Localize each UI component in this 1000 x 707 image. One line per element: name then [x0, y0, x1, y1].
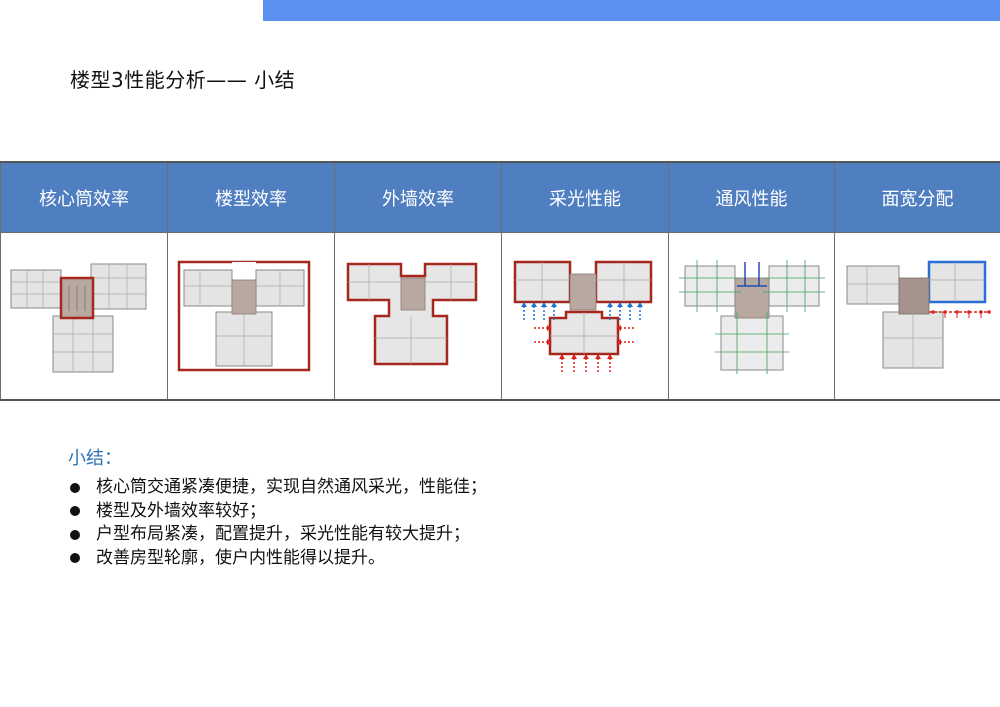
header-ventilation: 通风性能: [668, 161, 835, 233]
summary-section: 小结： 核心筒交通紧凑便捷，实现自然通风采光，性能佳； 楼型及外墙效率较好； 户…: [68, 444, 948, 570]
summary-list: 核心筒交通紧凑便捷，实现自然通风采光，性能佳； 楼型及外墙效率较好； 户型布局紧…: [68, 476, 948, 570]
cell-ventilation: [668, 232, 835, 401]
daylighting-plan-diagram: [513, 260, 653, 372]
list-item: 改善房型轮廓，使户内性能得以提升。: [68, 547, 948, 571]
list-item: 核心筒交通紧凑便捷，实现自然通风采光，性能佳；: [68, 476, 948, 500]
cell-wall-efficiency: [334, 232, 502, 401]
list-item: 楼型及外墙效率较好；: [68, 500, 948, 524]
bullet-icon: [70, 529, 80, 540]
frontage-plan-diagram: [846, 260, 991, 369]
ventilation-plan-diagram: [678, 260, 825, 374]
page-title: 楼型3性能分析—— 小结: [70, 68, 296, 92]
table-diagram-row: [0, 232, 1000, 401]
header-core-efficiency: 核心筒效率: [0, 161, 168, 233]
cell-frontage: [834, 232, 1000, 401]
list-item-text: 核心筒交通紧凑便捷，实现自然通风采光，性能佳；: [96, 477, 487, 497]
table-header-row: 核心筒效率 楼型效率 外墙效率 采光性能 通风性能 面宽分配: [0, 161, 1000, 233]
header-frontage: 面宽分配: [834, 161, 1000, 233]
summary-title: 小结：: [68, 448, 122, 469]
header-daylighting: 采光性能: [501, 161, 669, 233]
list-item-text: 户型布局紧凑，配置提升，采光性能有较大提升；: [96, 524, 470, 544]
list-item-text: 改善房型轮廓，使户内性能得以提升。: [96, 547, 385, 568]
cell-building-efficiency: [167, 232, 335, 401]
header-wall-efficiency: 外墙效率: [334, 161, 502, 233]
header-building-efficiency: 楼型效率: [167, 161, 335, 233]
core-efficiency-plan-diagram: [10, 263, 147, 373]
wall-efficiency-plan-diagram: [346, 262, 478, 366]
list-item: 户型布局紧凑，配置提升，采光性能有较大提升；: [68, 523, 948, 547]
bullet-icon: [70, 553, 80, 564]
bullet-icon: [70, 482, 80, 493]
building-efficiency-plan-diagram: [177, 260, 311, 372]
top-accent-bar: [263, 0, 1000, 21]
performance-table: 核心筒效率 楼型效率 外墙效率 采光性能 通风性能 面宽分配: [0, 161, 1000, 401]
cell-daylighting: [501, 232, 669, 401]
list-item-text: 楼型及外墙效率较好；: [96, 500, 266, 521]
bullet-icon: [70, 506, 80, 517]
cell-core-efficiency: [0, 232, 168, 401]
